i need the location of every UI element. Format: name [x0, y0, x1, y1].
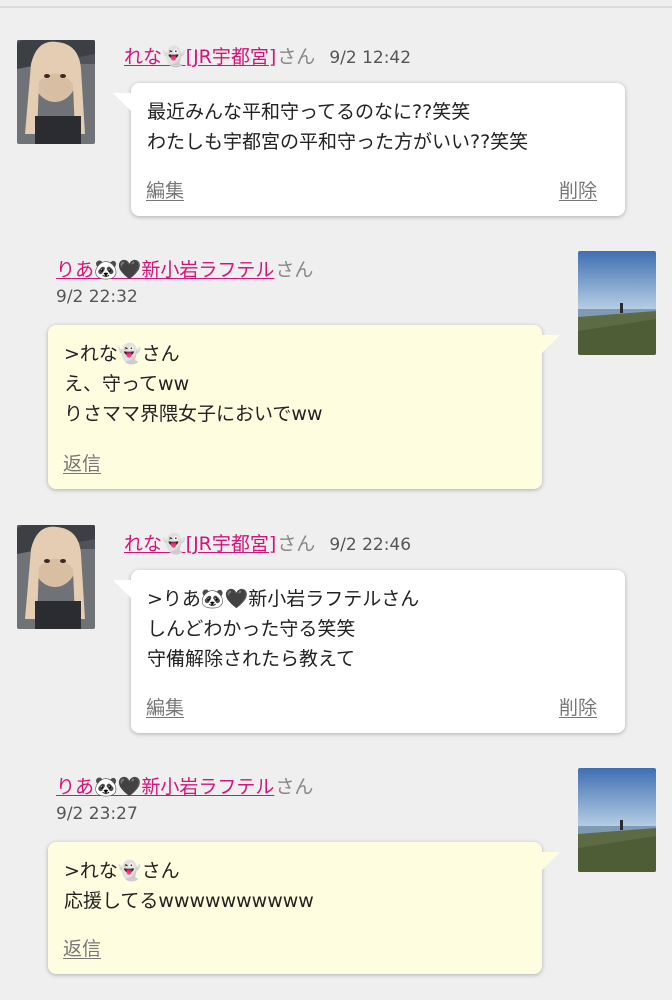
- bubble-tail: [113, 580, 133, 600]
- message-line: >れな👻さん: [64, 860, 180, 882]
- honorific: さん: [275, 259, 314, 281]
- message-header: れな👻[JR宇都宮]さん 9/2 12:42: [124, 42, 411, 69]
- timestamp: 9/2 22:32: [56, 287, 138, 307]
- author-link[interactable]: れな👻[JR宇都宮]: [124, 46, 276, 68]
- message-bubble: >れな👻さん え、守ってww りさママ界隈女子においでww 返信: [48, 325, 560, 489]
- avatar-rena[interactable]: [17, 525, 95, 629]
- bubble-tail: [113, 93, 133, 113]
- honorific: さん: [275, 776, 314, 798]
- message-bubble: 最近みんな平和守ってるのなに??笑笑 わたしも宇都宮の平和守った方がいい??笑笑…: [113, 83, 625, 216]
- message-line: 応援してるwwwwwwwwww: [64, 890, 314, 912]
- timestamp: 9/2 12:42: [329, 48, 412, 68]
- message-line: え、守ってww: [64, 373, 190, 395]
- avatar-rena[interactable]: [17, 40, 95, 144]
- timestamp: 9/2 23:27: [56, 804, 138, 824]
- author-link[interactable]: れな👻[JR宇都宮]: [124, 533, 276, 555]
- message-line: りさママ界隈女子においでww: [64, 403, 323, 425]
- bubble-tail: [540, 852, 560, 872]
- message-bubble: >れな👻さん 応援してるwwwwwwwwww 返信: [48, 842, 560, 974]
- message-line: 最近みんな平和守ってるのなに??笑笑: [147, 101, 471, 123]
- timestamp: 9/2 22:46: [329, 535, 412, 555]
- avatar-ria[interactable]: [578, 768, 656, 872]
- honorific: さん: [277, 533, 316, 555]
- top-divider: [0, 6, 672, 8]
- message-body: >りあ🐼🖤新小岩ラフテルさん しんどわかった守る笑笑 守備解除されたら教えて: [147, 584, 419, 674]
- author-link[interactable]: りあ🐼🖤新小岩ラフテル: [56, 259, 274, 281]
- message-line: しんどわかった守る笑笑: [147, 618, 356, 640]
- message-line: わたしも宇都宮の平和守った方がいい??笑笑: [147, 131, 529, 153]
- message-line: 守備解除されたら教えて: [147, 648, 356, 670]
- reply-link[interactable]: 返信: [63, 449, 101, 476]
- edit-link[interactable]: 編集: [146, 693, 184, 720]
- delete-link[interactable]: 削除: [559, 693, 597, 720]
- message-header: りあ🐼🖤新小岩ラフテルさん: [56, 255, 313, 282]
- message-body: >れな👻さん え、守ってww りさママ界隈女子においでww: [64, 339, 323, 429]
- bubble-tail: [540, 335, 560, 355]
- delete-link[interactable]: 削除: [559, 176, 597, 203]
- message-header: りあ🐼🖤新小岩ラフテルさん: [56, 772, 313, 799]
- message-bubble: >りあ🐼🖤新小岩ラフテルさん しんどわかった守る笑笑 守備解除されたら教えて 編…: [113, 570, 625, 733]
- avatar-ria[interactable]: [578, 251, 656, 355]
- reply-link[interactable]: 返信: [63, 934, 101, 961]
- message-header: れな👻[JR宇都宮]さん 9/2 22:46: [124, 529, 411, 556]
- message-line: >れな👻さん: [64, 343, 180, 365]
- honorific: さん: [277, 46, 316, 68]
- message-body: 最近みんな平和守ってるのなに??笑笑 わたしも宇都宮の平和守った方がいい??笑笑: [147, 97, 528, 157]
- message-line: >りあ🐼🖤新小岩ラフテルさん: [147, 588, 420, 610]
- edit-link[interactable]: 編集: [146, 176, 184, 203]
- author-link[interactable]: りあ🐼🖤新小岩ラフテル: [56, 776, 274, 798]
- message-body: >れな👻さん 応援してるwwwwwwwwww: [64, 856, 314, 916]
